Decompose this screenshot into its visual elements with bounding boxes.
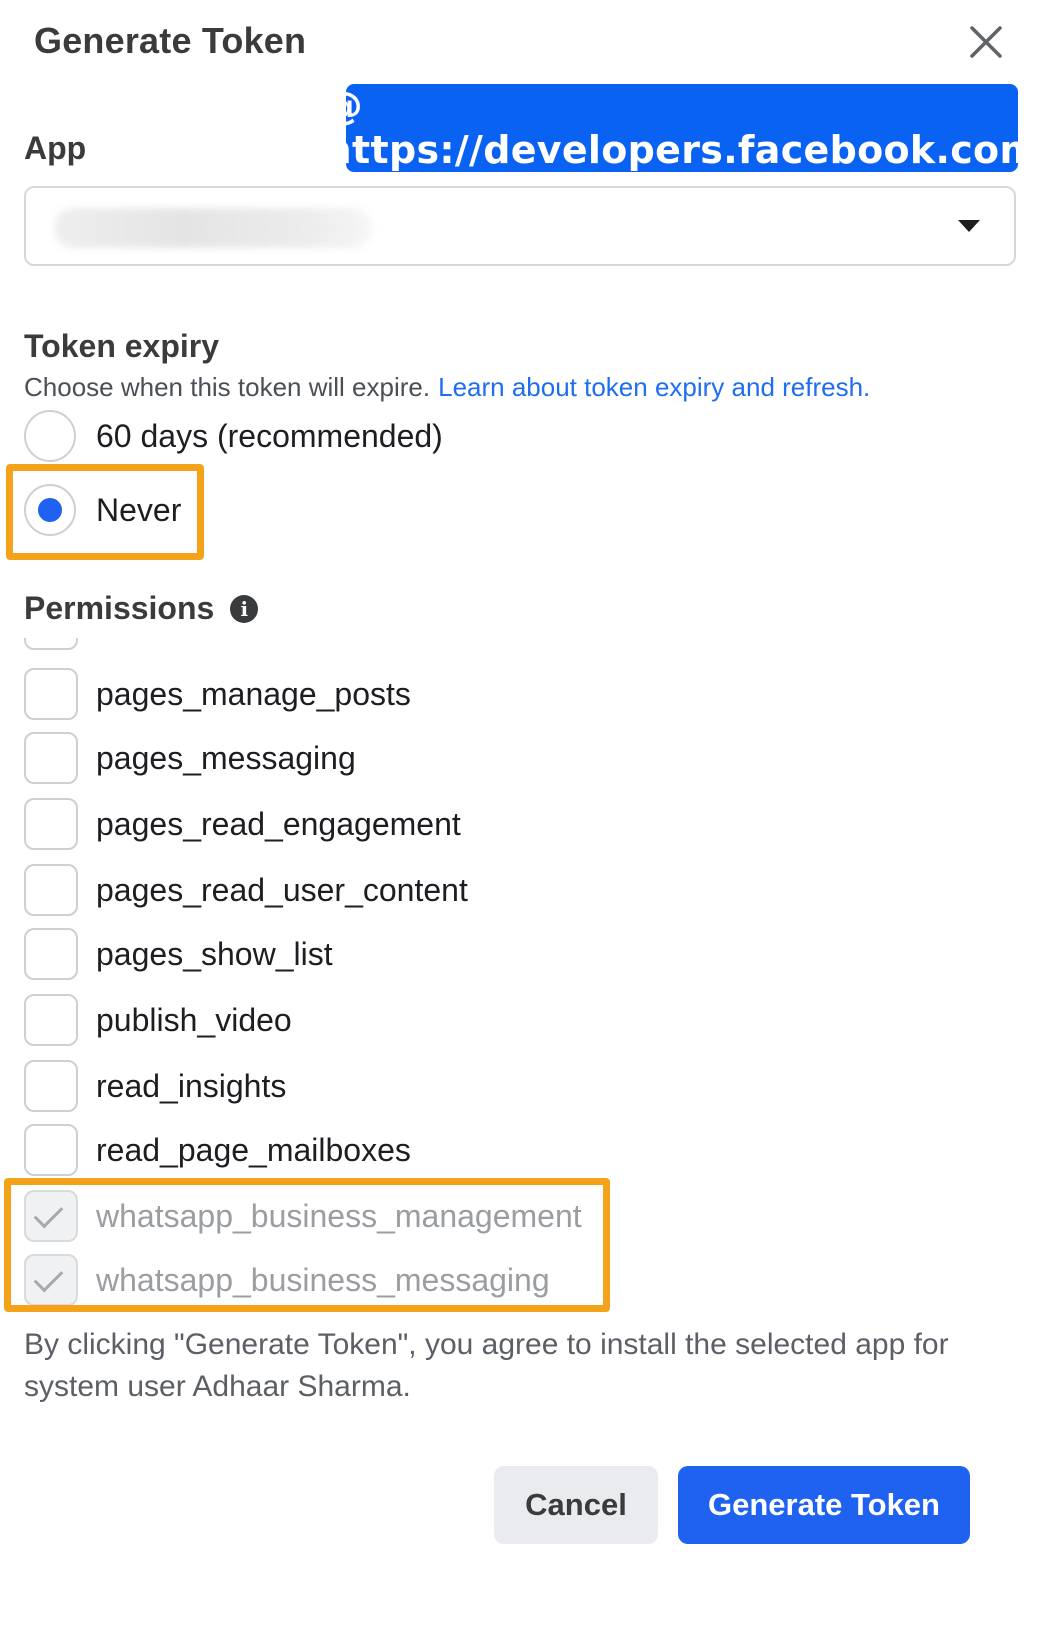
radio-label-never: Never xyxy=(96,491,182,528)
permission-row[interactable]: pages_show_list xyxy=(24,926,333,982)
permission-row[interactable]: publish_video xyxy=(24,992,292,1048)
app-label: App xyxy=(24,130,87,166)
permission-label: read_insights xyxy=(96,1067,287,1104)
permission-row[interactable]: pages_read_user_content xyxy=(24,862,468,918)
permission-row[interactable]: read_insights xyxy=(24,1058,286,1114)
permission-row: whatsapp_business_messaging xyxy=(24,1252,550,1308)
permission-label: pages_show_list xyxy=(96,935,333,972)
radio-option-60-days[interactable]: 60 days (recommended) xyxy=(24,408,443,464)
permission-checkbox[interactable] xyxy=(24,798,78,850)
permission-label: read_page_mailboxes xyxy=(96,1131,411,1168)
cancel-button[interactable]: Cancel xyxy=(494,1466,658,1544)
token-expiry-learn-link[interactable]: Learn about token expiry and refresh. xyxy=(438,372,870,402)
permissions-label-text: Permissions xyxy=(24,590,215,626)
permission-checkbox[interactable] xyxy=(24,1124,78,1176)
radio-60-days[interactable] xyxy=(24,410,76,462)
app-select[interactable] xyxy=(24,186,1016,266)
permission-row: whatsapp_business_management xyxy=(24,1188,582,1244)
source-url-banner: @ https://developers.facebook.com xyxy=(324,84,1040,172)
permission-label: pages_messaging xyxy=(96,739,356,776)
permissions-label: Permissions i xyxy=(24,590,259,627)
token-expiry-description-text: Choose when this token will expire. xyxy=(24,372,431,402)
permission-checkbox[interactable] xyxy=(24,732,78,784)
token-expiry-description: Choose when this token will expire. Learn… xyxy=(24,372,870,403)
permission-row[interactable]: read_page_mailboxes xyxy=(24,1122,411,1178)
permission-checkbox-checked-disabled xyxy=(24,1190,78,1242)
info-icon[interactable]: i xyxy=(230,594,259,623)
agreement-text: By clicking "Generate Token", you agree … xyxy=(24,1328,949,1403)
generate-token-button[interactable]: Generate Token xyxy=(678,1466,970,1544)
permissions-list[interactable]: pages_manage_posts pages_messaging pages… xyxy=(0,638,1046,1314)
permission-checkbox-checked-disabled xyxy=(24,1254,78,1306)
permission-checkbox[interactable] xyxy=(24,864,78,916)
radio-label-60-days: 60 days (recommended) xyxy=(96,417,443,454)
close-icon[interactable] xyxy=(968,24,1012,68)
permission-row[interactable]: pages_manage_posts xyxy=(24,666,411,722)
generate-token-dialog: Generate Token @ https://developers.face… xyxy=(0,0,1046,1630)
permission-label: publish_video xyxy=(96,1001,292,1038)
permission-label: whatsapp_business_management xyxy=(96,1197,582,1234)
permission-label: pages_read_user_content xyxy=(96,871,468,908)
permission-checkbox[interactable] xyxy=(24,994,78,1046)
permission-row[interactable]: pages_messaging xyxy=(24,730,356,786)
permission-row[interactable]: pages_read_engagement xyxy=(24,796,461,852)
token-expiry-label: Token expiry xyxy=(24,328,220,364)
permission-label: pages_read_engagement xyxy=(96,805,461,842)
permission-label: whatsapp_business_messaging xyxy=(96,1261,550,1298)
radio-option-never[interactable]: Never xyxy=(24,482,181,538)
caret-down-icon xyxy=(958,220,980,232)
radio-never[interactable] xyxy=(24,484,76,536)
permission-checkbox[interactable] xyxy=(24,928,78,980)
permission-label: pages_manage_posts xyxy=(96,675,411,712)
partially-scrolled-checkbox xyxy=(24,638,78,650)
permission-checkbox[interactable] xyxy=(24,1060,78,1112)
dialog-title: Generate Token xyxy=(34,20,307,61)
permission-checkbox[interactable] xyxy=(24,668,78,720)
app-select-value-redacted xyxy=(54,208,372,248)
